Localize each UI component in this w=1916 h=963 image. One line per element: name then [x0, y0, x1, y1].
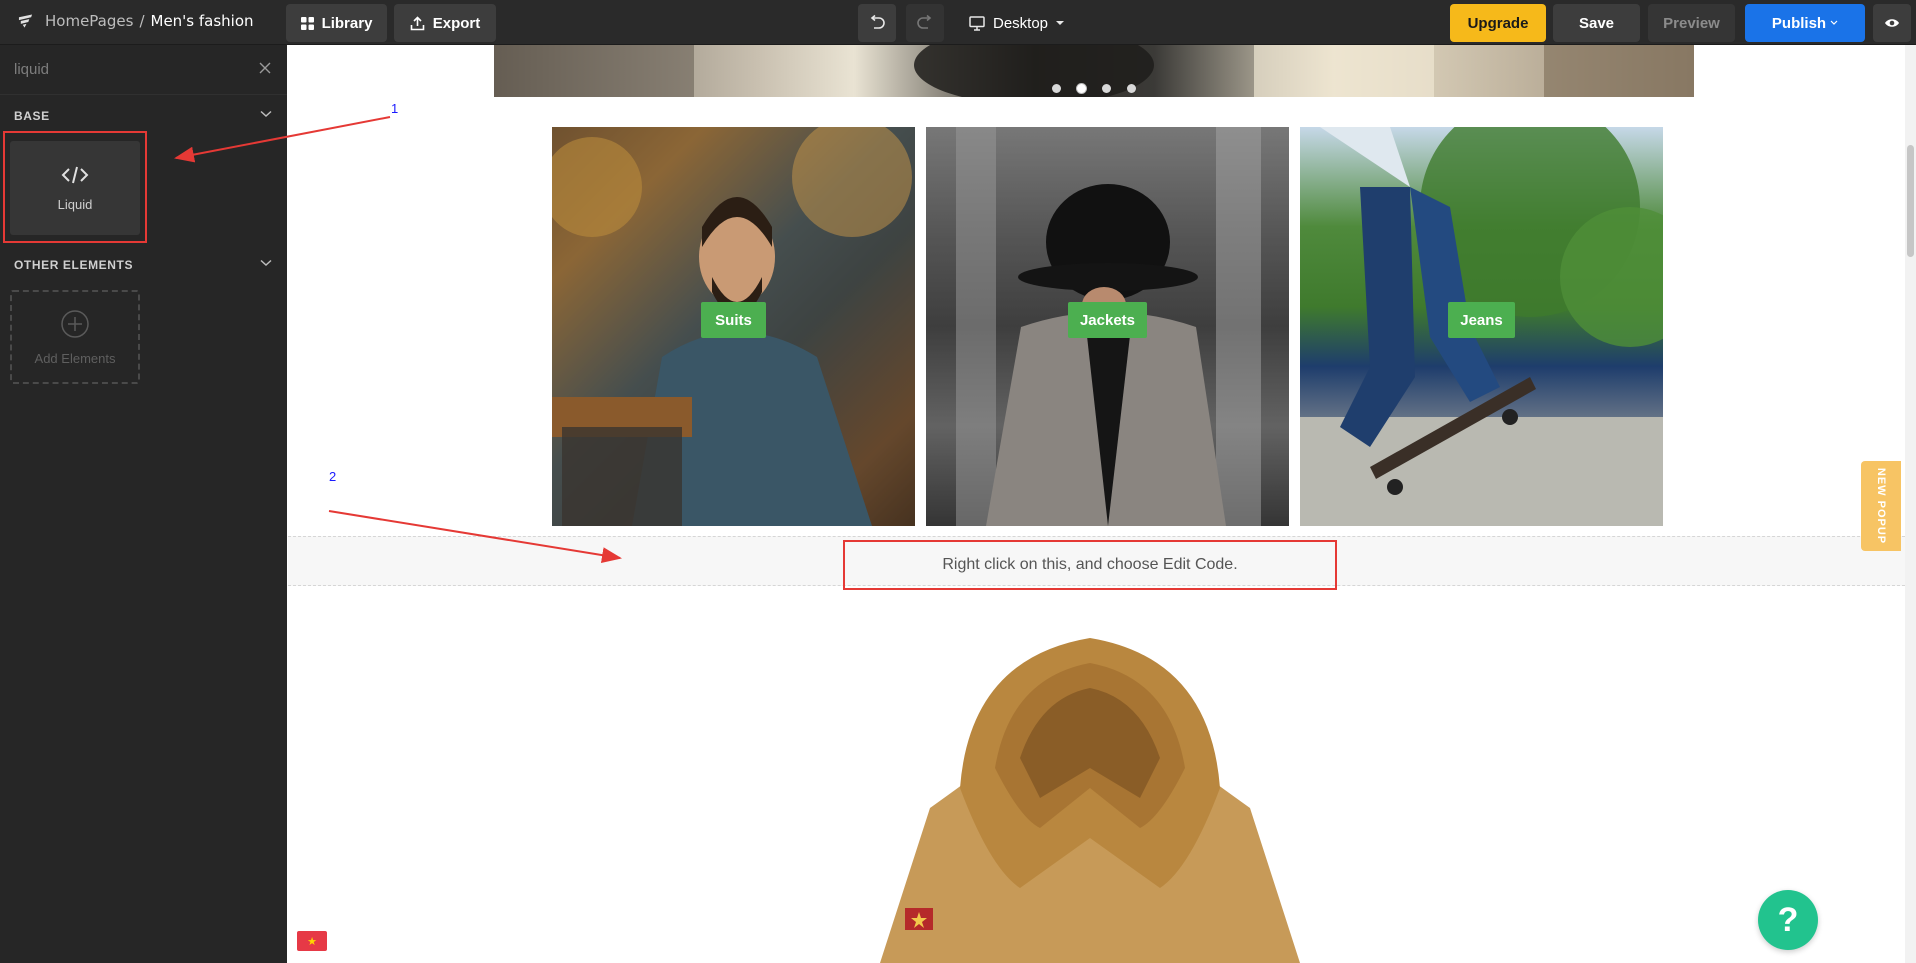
- grid-icon: [300, 16, 314, 30]
- upload-icon: [410, 15, 425, 30]
- slide-dot[interactable]: [1127, 84, 1136, 93]
- chevron-down-icon: [260, 259, 272, 267]
- category-card-jackets[interactable]: Jackets: [926, 127, 1289, 526]
- close-icon[interactable]: [258, 61, 272, 75]
- breadcrumb-current-page[interactable]: Men's fashion: [151, 12, 254, 30]
- scrollbar-thumb[interactable]: [1907, 145, 1914, 257]
- preview-button[interactable]: Preview: [1648, 4, 1735, 42]
- annotation-step-2: 2: [329, 469, 337, 484]
- save-button[interactable]: Save: [1553, 4, 1640, 42]
- library-button[interactable]: Library: [286, 4, 387, 42]
- new-popup-tab[interactable]: NEW POPUP: [1861, 461, 1901, 551]
- undo-icon: [870, 14, 885, 29]
- liquid-element-placeholder[interactable]: Right click on this, and choose Edit Cod…: [843, 540, 1337, 590]
- chevron-down-icon: [1830, 20, 1838, 25]
- upgrade-label: Upgrade: [1467, 14, 1529, 32]
- category-label-suits[interactable]: Suits: [701, 302, 766, 338]
- breadcrumb: HomePages / Men's fashion: [45, 12, 254, 30]
- eye-icon: [1885, 19, 1899, 27]
- section-header-base[interactable]: BASE: [14, 109, 276, 129]
- caret-down-icon: [1056, 21, 1065, 25]
- publish-label: Publish: [1771, 14, 1827, 32]
- plus-circle-icon: [61, 309, 89, 338]
- category-card-jeans[interactable]: Jeans: [1300, 127, 1663, 526]
- annotation-step-1: 1: [391, 101, 399, 116]
- redo-icon: [917, 14, 932, 29]
- undo-button[interactable]: [858, 4, 896, 42]
- add-elements-label: Add Elements: [34, 350, 116, 366]
- device-select[interactable]: Desktop: [965, 4, 1075, 42]
- save-label: Save: [1578, 14, 1615, 32]
- section-title-other-elements: OTHER ELEMENTS: [14, 258, 134, 272]
- section-title-base: BASE: [14, 109, 50, 123]
- publish-button[interactable]: Publish: [1745, 4, 1865, 42]
- preview-label: Preview: [1663, 14, 1720, 32]
- help-icon: ?: [1777, 900, 1799, 939]
- product-jacket-image[interactable]: [780, 638, 1400, 963]
- category-label-jeans[interactable]: Jeans: [1448, 302, 1515, 338]
- monitor-icon: [969, 15, 985, 31]
- top-toolbar: HomePages / Men's fashion Library Export: [0, 0, 1916, 45]
- breadcrumb-root[interactable]: HomePages: [45, 12, 133, 30]
- category-label-jackets[interactable]: Jackets: [1068, 302, 1147, 338]
- slide-dot[interactable]: [1052, 84, 1061, 93]
- chevron-down-icon: [260, 110, 272, 118]
- element-search: [0, 45, 287, 95]
- library-label: Library: [321, 14, 373, 32]
- breadcrumb-separator: /: [139, 12, 145, 30]
- slide-dot-active[interactable]: [1077, 84, 1086, 93]
- help-button[interactable]: ?: [1758, 890, 1818, 950]
- device-label: Desktop: [993, 14, 1049, 32]
- export-label: Export: [432, 14, 481, 32]
- language-flag-icon[interactable]: ★: [297, 931, 327, 951]
- slide-dot[interactable]: [1102, 84, 1111, 93]
- upgrade-button[interactable]: Upgrade: [1450, 4, 1546, 42]
- redo-button[interactable]: [906, 4, 944, 42]
- eye-button[interactable]: [1873, 4, 1911, 42]
- slideshow-dots: [1052, 84, 1136, 93]
- export-button[interactable]: Export: [394, 4, 496, 42]
- add-elements-tile[interactable]: Add Elements: [10, 290, 140, 384]
- annotation-highlight-liquid-tile: [3, 131, 147, 243]
- section-header-other-elements[interactable]: OTHER ELEMENTS: [14, 258, 276, 278]
- search-input[interactable]: [14, 57, 254, 81]
- category-card-suits[interactable]: Suits: [552, 127, 915, 526]
- canvas-scrollbar[interactable]: [1905, 45, 1916, 963]
- new-popup-label: NEW POPUP: [1875, 467, 1888, 545]
- brand-logo-icon[interactable]: [18, 13, 33, 29]
